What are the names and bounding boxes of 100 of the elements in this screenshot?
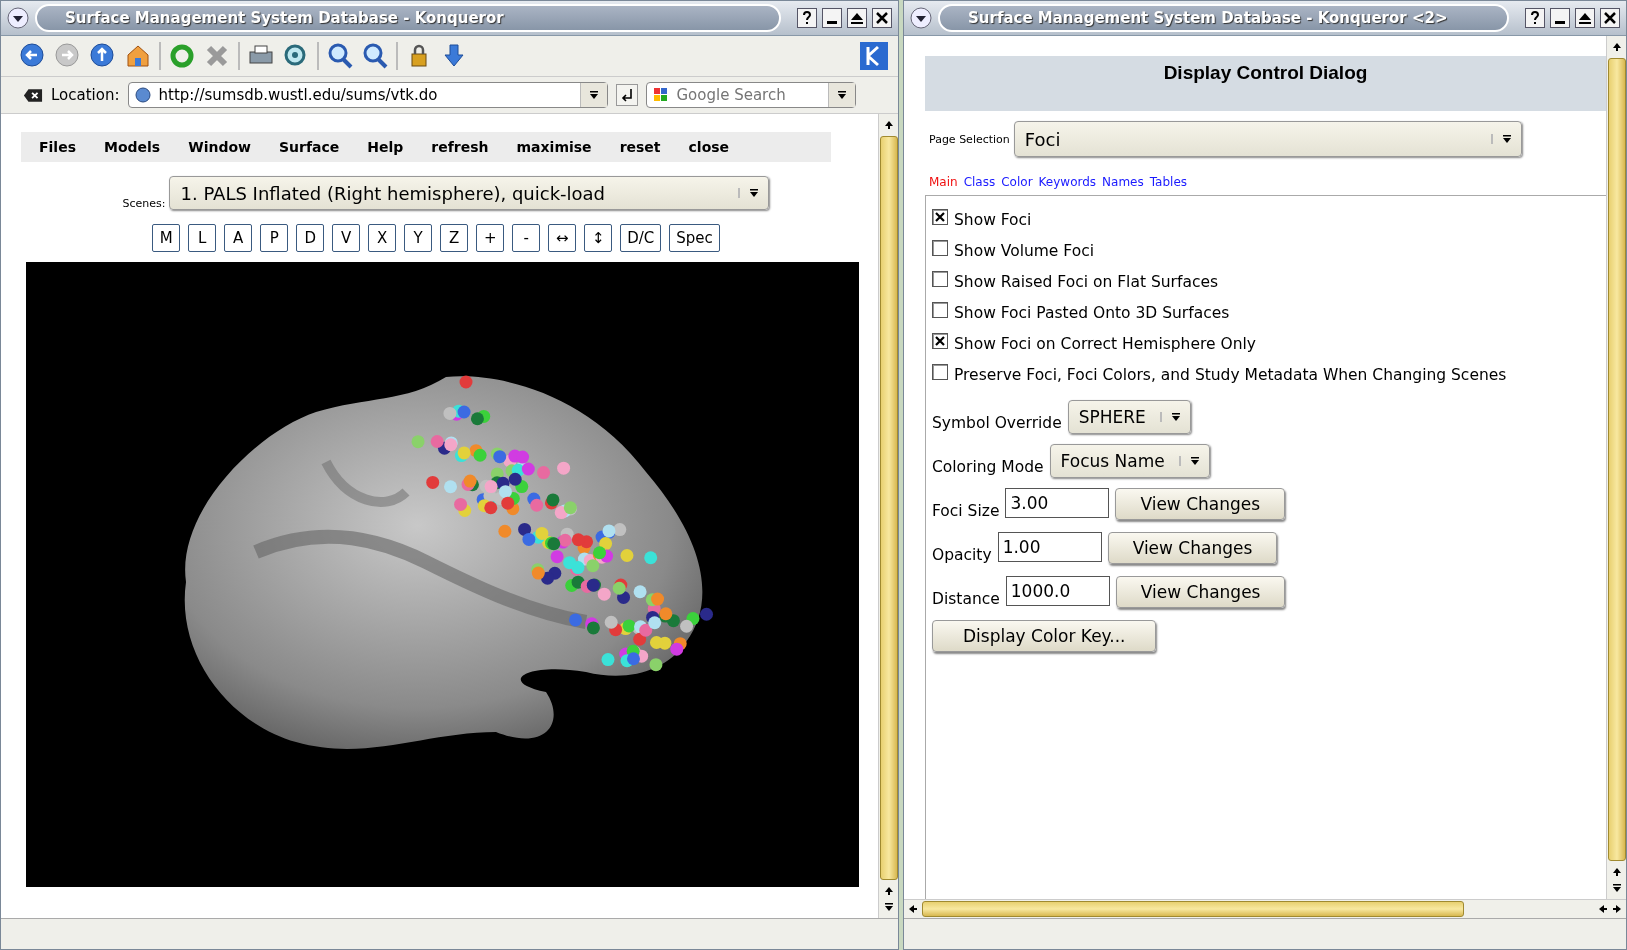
arrow-down-icon[interactable] bbox=[883, 902, 894, 912]
arrow-up-icon[interactable] bbox=[883, 886, 894, 896]
view-button[interactable]: Z bbox=[440, 224, 469, 252]
window-menu-icon[interactable] bbox=[7, 7, 29, 29]
checkbox[interactable] bbox=[932, 301, 948, 318]
checkbox-label: Show Foci Pasted Onto 3D Surfaces bbox=[954, 303, 1230, 322]
menu-item[interactable]: Files bbox=[39, 139, 76, 155]
field-label: Symbol Override bbox=[932, 414, 1062, 434]
location-label: Location: bbox=[51, 86, 120, 104]
view-button[interactable]: P bbox=[260, 224, 289, 252]
tab-link[interactable]: Color bbox=[1001, 175, 1033, 189]
field-label: Opacity bbox=[932, 546, 992, 566]
close-icon[interactable] bbox=[872, 8, 892, 28]
search-combo-box[interactable]: Google Search bbox=[645, 82, 856, 108]
close-icon[interactable] bbox=[1600, 8, 1620, 28]
arrow-up-icon[interactable] bbox=[1611, 42, 1622, 52]
arrow-up-icon[interactable] bbox=[883, 120, 894, 130]
view-button[interactable]: - bbox=[512, 224, 541, 252]
tab-link[interactable]: Tables bbox=[1149, 175, 1188, 189]
view-button[interactable]: M bbox=[152, 224, 181, 252]
checkbox[interactable] bbox=[932, 208, 948, 225]
tab-link[interactable]: Names bbox=[1102, 175, 1144, 189]
page-selection-dropdown[interactable]: Foci bbox=[1013, 121, 1522, 157]
checkbox[interactable] bbox=[932, 363, 948, 380]
3d-viewport[interactable] bbox=[26, 262, 859, 887]
window-title: Surface Management System Database - Konqueror <2> bbox=[938, 4, 1509, 32]
input-field[interactable]: 1.00 bbox=[997, 532, 1102, 562]
view-changes-button[interactable]: View Changes bbox=[1107, 532, 1278, 564]
window-menu-icon[interactable] bbox=[910, 7, 932, 29]
view-changes-button[interactable]: View Changes bbox=[1115, 576, 1286, 608]
menu-item[interactable]: Surface bbox=[279, 139, 340, 155]
view-button[interactable]: + bbox=[476, 224, 505, 252]
menu-item[interactable]: Help bbox=[367, 139, 404, 155]
minimize-icon[interactable] bbox=[1550, 8, 1570, 28]
checkbox[interactable] bbox=[932, 270, 948, 287]
zoom-in-icon[interactable] bbox=[326, 42, 354, 70]
field-label: Foci Size bbox=[932, 502, 1000, 522]
google-logo-icon bbox=[652, 87, 669, 103]
dropdown[interactable]: SPHERE bbox=[1067, 400, 1191, 434]
checkbox-label: Show Foci on Correct Hemisphere Only bbox=[954, 334, 1256, 353]
view-button[interactable]: ↔ bbox=[548, 224, 577, 252]
view-button[interactable]: D/C bbox=[620, 224, 662, 252]
minimize-icon[interactable] bbox=[822, 8, 842, 28]
view-changes-button[interactable]: View Changes bbox=[1115, 488, 1286, 520]
field-label: Distance bbox=[932, 590, 1000, 610]
arrow-down-icon[interactable] bbox=[749, 188, 760, 198]
menu-item[interactable]: maximise bbox=[516, 139, 592, 155]
menu-item[interactable]: Window bbox=[188, 139, 251, 155]
location-field[interactable]: http://sumsdb.wustl.edu/sums/vtk.do bbox=[156, 85, 574, 105]
horizontal-scrollbar[interactable] bbox=[904, 899, 1626, 918]
arrow-down-icon[interactable] bbox=[1611, 883, 1622, 893]
field-label: Coloring Mode bbox=[932, 458, 1044, 478]
zoom-out-icon[interactable] bbox=[361, 42, 389, 70]
enter-icon[interactable] bbox=[615, 84, 638, 106]
arrow-down-icon[interactable] bbox=[1501, 134, 1512, 144]
arrow-up-icon[interactable] bbox=[1611, 867, 1622, 877]
vertical-scrollbar[interactable] bbox=[878, 114, 898, 918]
arrow-right-icon[interactable] bbox=[1612, 904, 1622, 914]
checkbox-label: Show Volume Foci bbox=[954, 241, 1094, 260]
view-button[interactable]: Spec bbox=[669, 224, 720, 252]
view-button[interactable]: Y bbox=[404, 224, 433, 252]
maximize-icon[interactable] bbox=[1575, 8, 1595, 28]
scenes-label: Scenes: bbox=[122, 197, 166, 210]
arrow-down-icon[interactable] bbox=[1189, 456, 1200, 466]
checkbox-label: Show Raised Foci on Flat Surfaces bbox=[954, 272, 1219, 291]
clear-location-icon[interactable] bbox=[23, 87, 43, 103]
arrow-down-icon[interactable] bbox=[588, 90, 599, 100]
view-button[interactable]: V bbox=[332, 224, 361, 252]
tab-link[interactable]: Class bbox=[963, 175, 996, 189]
menu-item[interactable]: refresh bbox=[431, 139, 489, 155]
menu-item[interactable]: Models bbox=[104, 139, 161, 155]
arrow-left-icon[interactable] bbox=[908, 904, 918, 914]
dropdown[interactable]: Focus Name bbox=[1049, 444, 1210, 478]
help-icon[interactable] bbox=[797, 8, 817, 28]
location-combo-box[interactable]: http://sumsdb.wustl.edu/sums/vtk.do bbox=[127, 82, 608, 108]
checkbox[interactable] bbox=[932, 239, 948, 256]
help-icon[interactable] bbox=[1525, 8, 1545, 28]
vertical-scrollbar[interactable] bbox=[1606, 36, 1626, 899]
menu-item[interactable]: reset bbox=[619, 139, 661, 155]
view-button[interactable]: D bbox=[296, 224, 325, 252]
tab-link[interactable]: Keywords bbox=[1038, 175, 1097, 189]
view-button[interactable]: L bbox=[188, 224, 217, 252]
view-button[interactable]: A bbox=[224, 224, 253, 252]
kde-logo-icon[interactable] bbox=[860, 42, 888, 70]
arrow-down-icon[interactable] bbox=[1170, 412, 1181, 422]
scenes-dropdown[interactable]: 1. PALS Inflated (Right hemisphere), quick-load bbox=[169, 176, 770, 210]
checkbox-label: Show Foci bbox=[954, 210, 1032, 229]
checkbox[interactable] bbox=[932, 332, 948, 349]
view-button[interactable]: X bbox=[368, 224, 397, 252]
maximize-icon[interactable] bbox=[847, 8, 867, 28]
display-color-key-button[interactable]: Display Color Key... bbox=[932, 620, 1157, 652]
input-field[interactable]: 1000.0 bbox=[1005, 576, 1110, 606]
arrow-left-icon[interactable] bbox=[1598, 904, 1608, 914]
view-button[interactable]: ↕ bbox=[584, 224, 613, 252]
tab-link[interactable]: Main bbox=[929, 175, 958, 189]
search-field[interactable]: Google Search bbox=[674, 85, 822, 105]
menu-item[interactable]: close bbox=[688, 139, 730, 155]
input-field[interactable]: 3.00 bbox=[1005, 488, 1110, 518]
checkbox-label: Preserve Foci, Foci Colors, and Study Metadata When Changing Scenes bbox=[954, 365, 1507, 384]
arrow-down-icon[interactable] bbox=[836, 90, 847, 100]
